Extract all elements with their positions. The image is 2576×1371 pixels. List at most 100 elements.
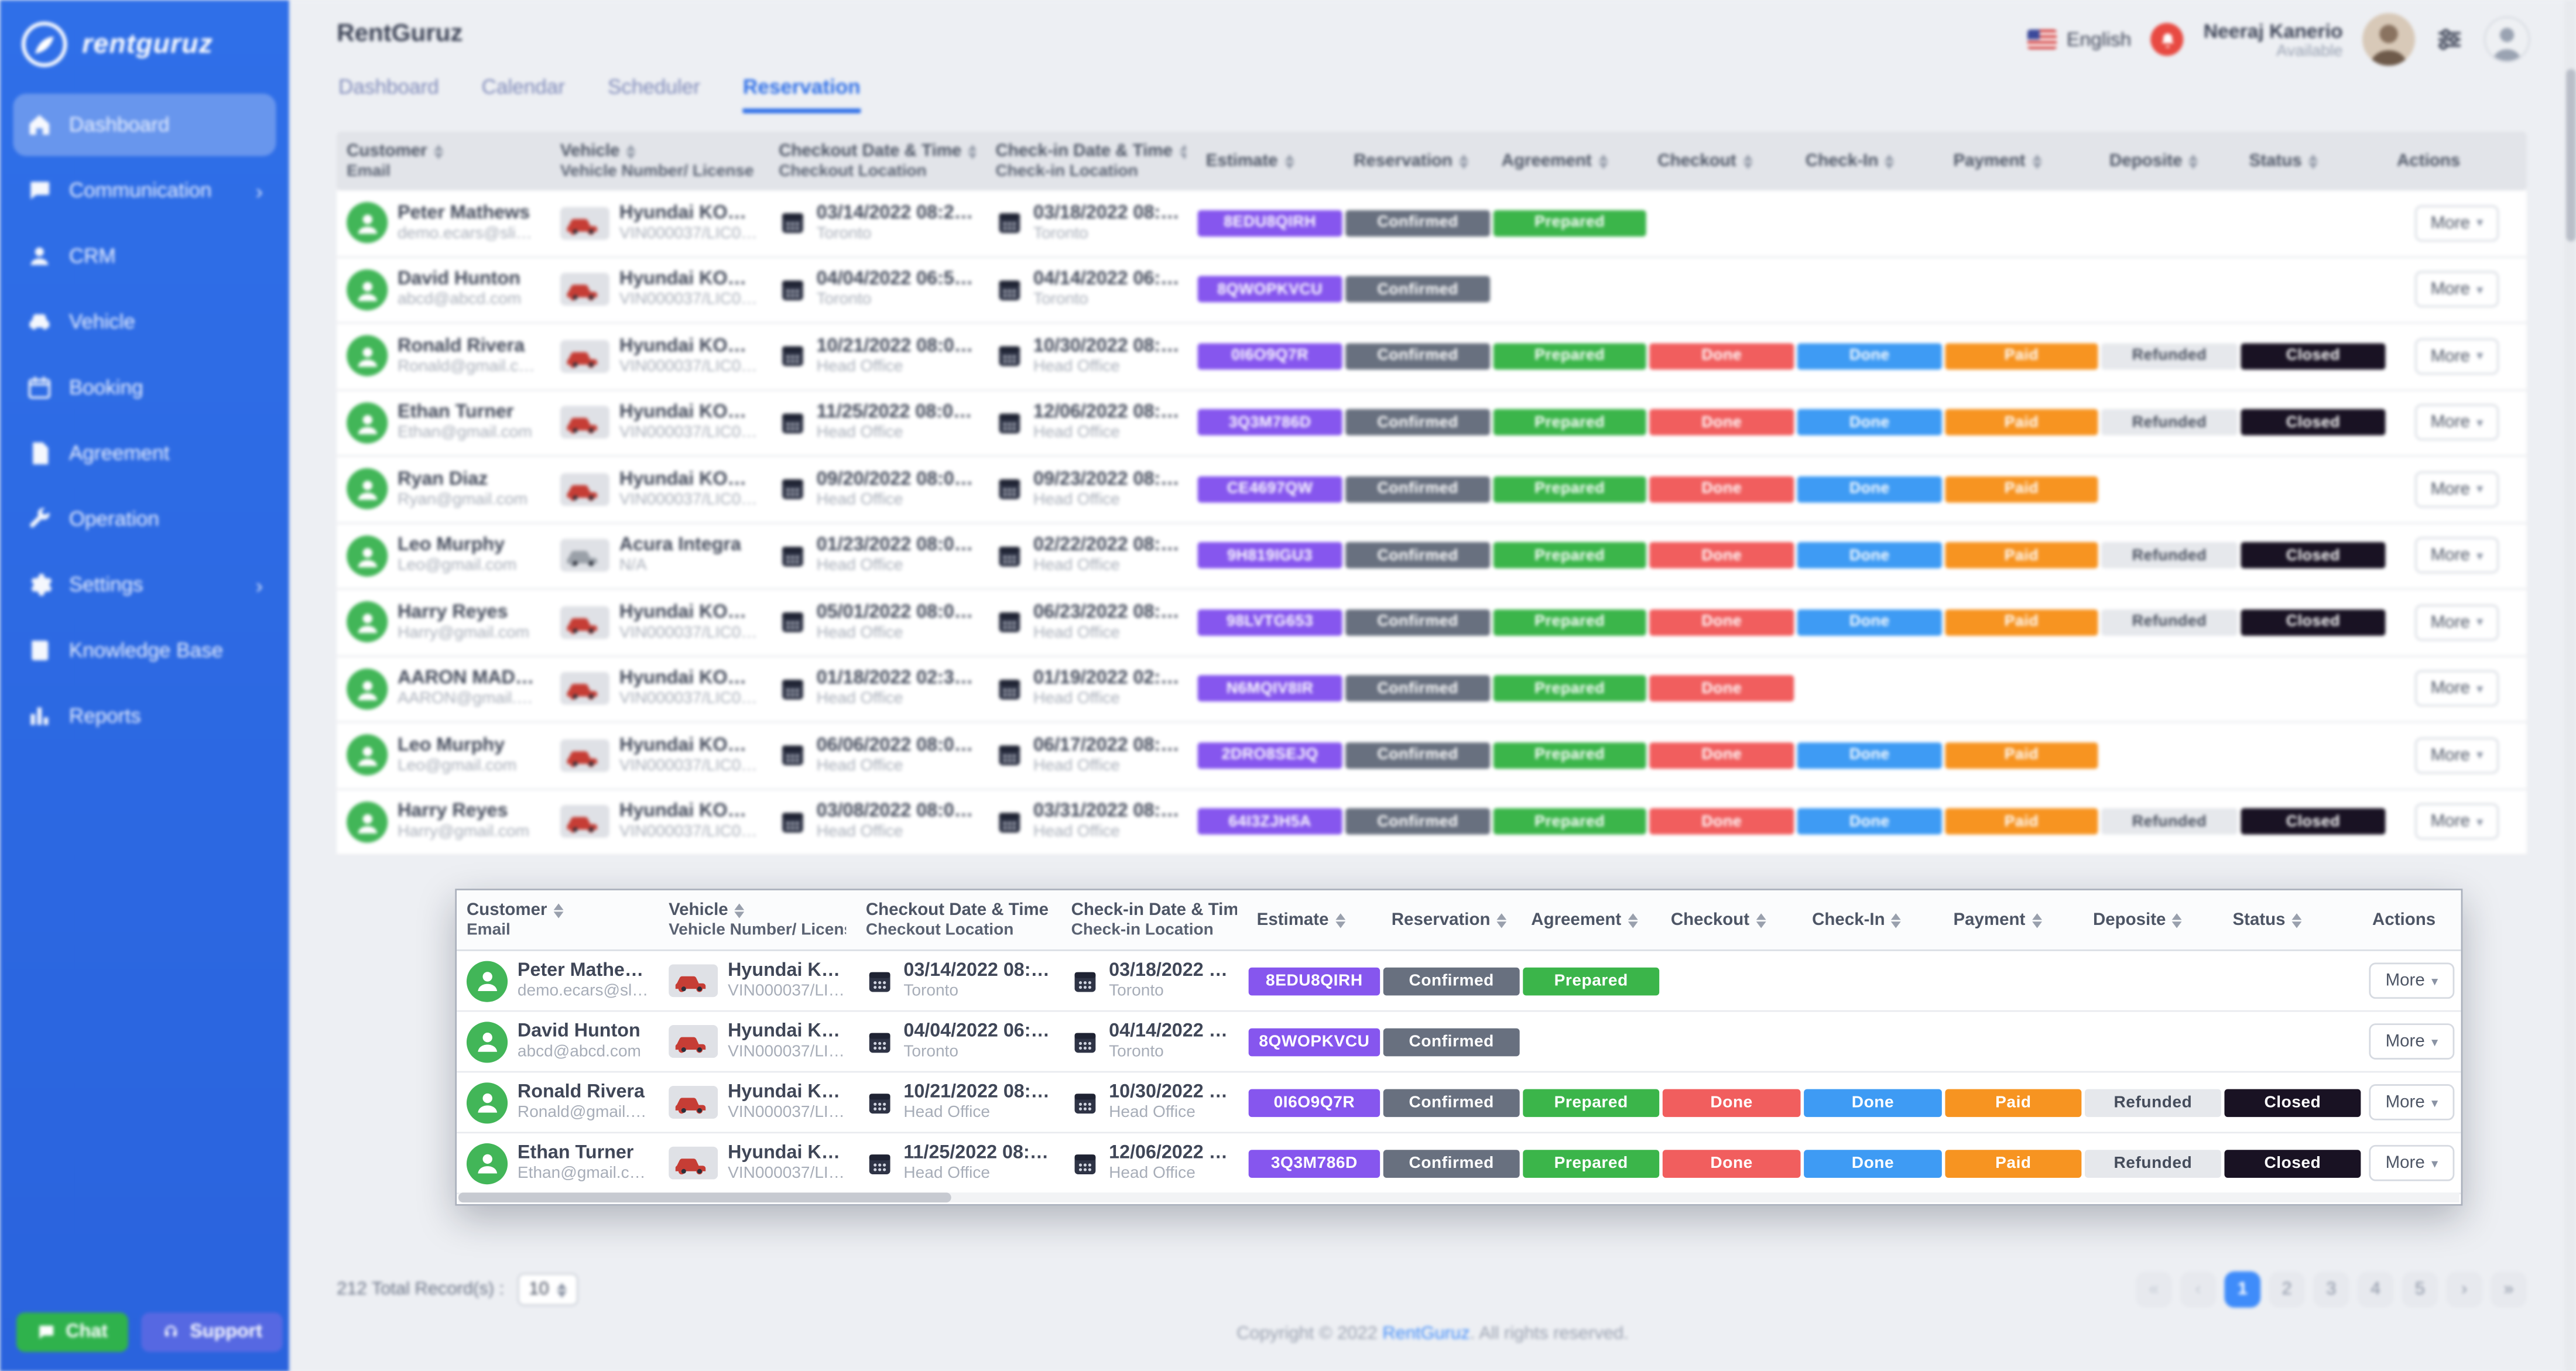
agreement-badge: Prepared (1493, 409, 1646, 436)
support-button[interactable]: Support (141, 1312, 282, 1351)
checkin-cell: Done (1796, 789, 1944, 854)
pagination-page-1[interactable]: 1 (2224, 1271, 2260, 1308)
more-button[interactable]: More▾ (2414, 737, 2500, 773)
more-button[interactable]: More▾ (2414, 471, 2500, 508)
pagination-page-2[interactable]: 2 (2269, 1271, 2305, 1308)
location: Head Office (1033, 358, 1186, 376)
sidebar-item-vehicle[interactable]: Vehicle (13, 291, 276, 354)
column-header-customer[interactable]: CustomerEmail (457, 890, 659, 950)
customer-email: abcd@abcd.com (398, 291, 521, 309)
calendar-icon (1071, 1027, 1099, 1055)
reservation-badge: Confirmed (1383, 1088, 1520, 1116)
user-avatar[interactable] (2362, 13, 2415, 66)
sidebar-item-agreement[interactable]: Agreement (13, 422, 276, 485)
column-header-checkout[interactable]: Checkout (1661, 890, 1802, 950)
column-header-status[interactable]: Status (2239, 131, 2387, 190)
column-header-deposite[interactable]: Deposite (2099, 131, 2239, 190)
column-header-payment[interactable]: Payment (1944, 131, 2100, 190)
more-button[interactable]: More▾ (2369, 1023, 2455, 1060)
pagination-next-button[interactable]: › (2446, 1271, 2482, 1308)
sidebar-item-dashboard[interactable]: Dashboard (13, 94, 276, 156)
column-header-agreement[interactable]: Agreement (1492, 131, 1648, 190)
more-button[interactable]: More▾ (2414, 205, 2500, 241)
sidebar-item-settings[interactable]: Settings› (13, 554, 276, 616)
vertical-scrollbar[interactable] (2564, 0, 2576, 1371)
date-time: 03/14/2022 08:29 P... (817, 203, 976, 223)
pagination-page-5[interactable]: 5 (2402, 1271, 2438, 1308)
column-header-check-in-date-time[interactable]: Check-in Date & TimeCheck-in Location (986, 131, 1196, 190)
more-button[interactable]: More▾ (2414, 604, 2500, 640)
language-selector[interactable]: English (2027, 28, 2132, 51)
pagination-first-button[interactable]: « (2136, 1271, 2172, 1308)
column-header-check-in-date-time[interactable]: Check-in Date & TimeCheck-in Location (1061, 890, 1247, 950)
sort-icon (2032, 913, 2042, 927)
column-header-vehicle[interactable]: VehicleVehicle Number/ License (550, 131, 769, 190)
sidebar-item-operation[interactable]: Operation (13, 488, 276, 550)
column-header-checkout-date-time[interactable]: Checkout Date & TimeCheckout Location (856, 890, 1061, 950)
sidebar-item-reports[interactable]: Reports (13, 685, 276, 748)
customer-name: Leo Murphy (398, 536, 516, 556)
more-button[interactable]: More▾ (2414, 338, 2500, 374)
sidebar-item-booking[interactable]: Booking (13, 357, 276, 419)
tab-scheduler[interactable]: Scheduler (608, 76, 700, 114)
location: Toronto (817, 225, 976, 243)
sidebar-item-communication[interactable]: Communication› (13, 159, 276, 222)
more-button[interactable]: More▾ (2414, 537, 2500, 574)
column-header-check-in[interactable]: Check-In (1802, 890, 1943, 950)
chat-button[interactable]: Chat (16, 1312, 128, 1351)
tab-dashboard[interactable]: Dashboard (338, 76, 439, 114)
calendar-icon (779, 209, 807, 237)
column-header-checkout[interactable]: Checkout (1648, 131, 1796, 190)
pagination-page-4[interactable]: 4 (2358, 1271, 2394, 1308)
more-button[interactable]: More▾ (2369, 962, 2455, 999)
sidebar-item-label: Communication (69, 179, 212, 202)
horizontal-scrollbar[interactable] (458, 1192, 2459, 1202)
checkout-date-cell: 01/18/2022 02:30 P...Head Office (769, 656, 985, 721)
customer-email: Ronald@gmail.com (518, 1104, 649, 1122)
column-header-reservation[interactable]: Reservation (1344, 131, 1492, 190)
column-header-check-in[interactable]: Check-In (1796, 131, 1944, 190)
column-header-status[interactable]: Status (2223, 890, 2363, 950)
deposite-cell (2099, 257, 2239, 322)
agreement-badge: Prepared (1493, 543, 1646, 569)
column-header-estimate[interactable]: Estimate (1247, 890, 1382, 950)
more-button[interactable]: More▾ (2369, 1145, 2455, 1181)
vertical-scrollbar-thumb[interactable] (2565, 69, 2575, 242)
car-thumbnail-icon (560, 472, 609, 505)
profile-avatar[interactable] (2484, 16, 2530, 63)
column-header-payment[interactable]: Payment (1944, 890, 2084, 950)
filter-icon[interactable] (2435, 25, 2465, 54)
more-button[interactable]: More▾ (2369, 1084, 2455, 1120)
horizontal-scrollbar-thumb[interactable] (458, 1192, 951, 1202)
checkin-cell: Done (1796, 324, 1944, 389)
sidebar-item-crm[interactable]: CRM (13, 225, 276, 287)
notifications-button[interactable] (2151, 23, 2184, 56)
more-button[interactable]: More▾ (2414, 671, 2500, 707)
brand-link[interactable]: RentGuruz (1382, 1324, 1469, 1344)
pagination-page-3[interactable]: 3 (2313, 1271, 2349, 1308)
tab-calendar[interactable]: Calendar (482, 76, 565, 114)
date-time: 05/01/2022 08:00 ... (817, 602, 976, 622)
pagination-last-button[interactable]: » (2491, 1271, 2527, 1308)
user-menu[interactable]: Neeraj Kanerio Available (2204, 19, 2343, 60)
total-records-label: 212 Total Record(s) : (337, 1280, 504, 1300)
column-header-checkout-date-time[interactable]: Checkout Date & TimeCheckout Location (769, 131, 985, 190)
column-header-estimate[interactable]: Estimate (1196, 131, 1344, 190)
column-header-agreement[interactable]: Agreement (1521, 890, 1661, 950)
column-label: Check-In (1812, 910, 1885, 930)
checkin-cell: Done (1796, 390, 1944, 455)
app-logo[interactable]: rentguruz (0, 0, 289, 85)
sidebar-item-knowledge-base[interactable]: Knowledge Base (13, 619, 276, 682)
more-button[interactable]: More▾ (2414, 272, 2500, 308)
column-header-customer[interactable]: CustomerEmail (337, 131, 550, 190)
column-header-vehicle[interactable]: VehicleVehicle Number/ License (659, 890, 856, 950)
date-time: 12/06/2022 08:00 A... (1033, 403, 1186, 423)
more-button[interactable]: More▾ (2414, 405, 2500, 441)
tab-reservation[interactable]: Reservation (743, 76, 861, 114)
page-size-select[interactable]: 10 (518, 1273, 579, 1306)
pagination-prev-button[interactable]: ‹ (2180, 1271, 2217, 1308)
column-header-reservation[interactable]: Reservation (1382, 890, 1522, 950)
column-header-deposite[interactable]: Deposite (2083, 890, 2223, 950)
column-label: Check-in Date & Time (1071, 900, 1237, 920)
more-button[interactable]: More▾ (2414, 804, 2500, 840)
